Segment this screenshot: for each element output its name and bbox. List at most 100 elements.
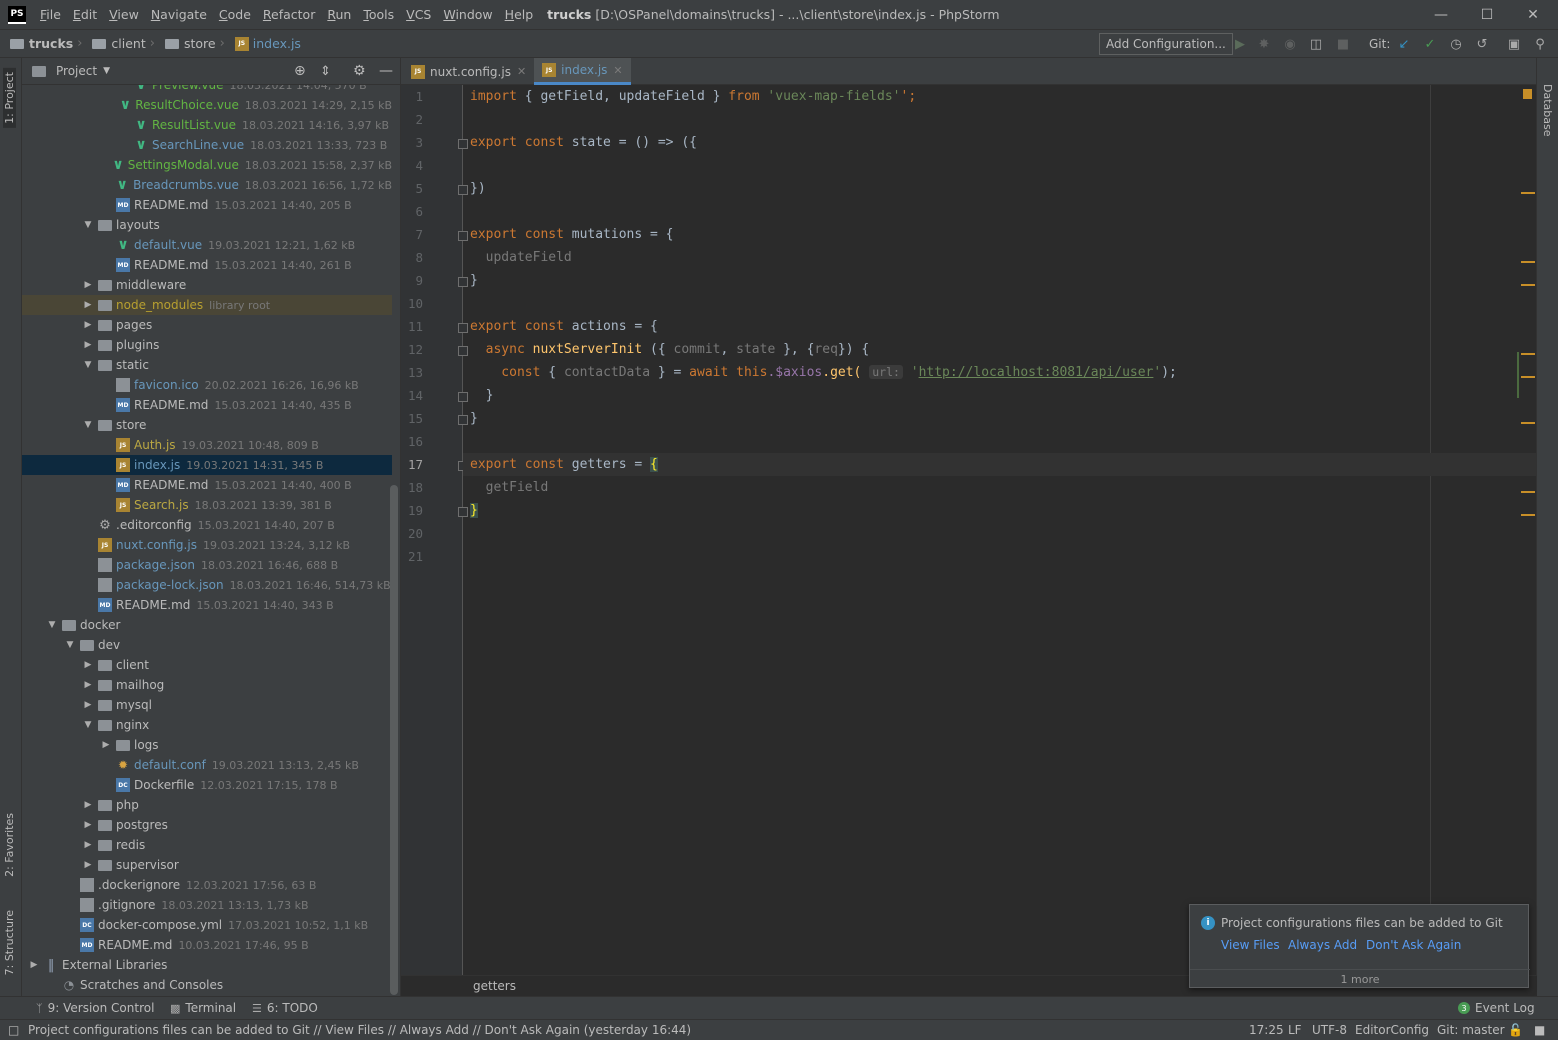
chevron-down-icon[interactable]: ▼ bbox=[64, 640, 76, 650]
run-icon[interactable]: ▶ bbox=[1232, 36, 1248, 52]
terminal-tool-button[interactable]: ▩ Terminal bbox=[170, 1001, 236, 1015]
line-number[interactable]: 12 bbox=[401, 342, 423, 357]
chevron-right-icon[interactable]: ▶ bbox=[28, 960, 40, 970]
locate-icon[interactable]: ⊕ bbox=[294, 63, 306, 79]
tree-item[interactable]: ∨ ResultChoice.vue 18.03.2021 14:29, 2,15 … bbox=[22, 95, 392, 115]
tree-item[interactable]: ▶ node_modules library root bbox=[22, 295, 392, 315]
line-number[interactable]: 21 bbox=[401, 549, 423, 564]
git-branch[interactable]: Git: master bbox=[1437, 1023, 1505, 1037]
menu-navigate[interactable]: Navigate bbox=[145, 7, 213, 22]
chevron-right-icon[interactable]: ▶ bbox=[82, 680, 94, 690]
git-history-icon[interactable]: ◷ bbox=[1448, 36, 1464, 52]
tree-item[interactable]: ▼ store bbox=[22, 415, 392, 435]
tree-item[interactable]: MD README.md 15.03.2021 14:40, 261 B bbox=[22, 255, 392, 275]
tree-item[interactable]: ▶ client bbox=[22, 655, 392, 675]
chevron-down-icon[interactable]: ▼ bbox=[82, 420, 94, 430]
tree-item[interactable]: ▼ docker bbox=[22, 615, 392, 635]
tree-scrollbar[interactable] bbox=[390, 485, 398, 995]
editorconfig-indicator[interactable]: EditorConfig bbox=[1355, 1023, 1429, 1037]
more-notifications-link[interactable]: 1 more bbox=[1190, 969, 1530, 989]
error-stripe-marker[interactable] bbox=[1521, 261, 1535, 263]
tree-item[interactable]: ▶ postgres bbox=[22, 815, 392, 835]
chevron-down-icon[interactable]: ▼ bbox=[46, 620, 58, 630]
error-stripe-marker[interactable] bbox=[1521, 192, 1535, 194]
line-number[interactable]: 13 bbox=[401, 365, 423, 380]
tree-item[interactable]: .gitignore 18.03.2021 13:13, 1,73 kB bbox=[22, 895, 392, 915]
tab-database-tool[interactable]: Database bbox=[1541, 84, 1554, 137]
tree-item[interactable]: ▶ ‖ External Libraries bbox=[22, 955, 392, 975]
debug-icon[interactable]: ✸ bbox=[1256, 36, 1272, 52]
tree-item[interactable]: .dockerignore 12.03.2021 17:56, 63 B bbox=[22, 875, 392, 895]
git-commit-icon[interactable]: ✓ bbox=[1422, 36, 1438, 52]
chevron-down-icon[interactable]: ▼ bbox=[82, 360, 94, 370]
tree-item[interactable]: ▶ supervisor bbox=[22, 855, 392, 875]
chevron-right-icon[interactable]: ▶ bbox=[82, 700, 94, 710]
tree-item[interactable]: ▶ mysql bbox=[22, 695, 392, 715]
tree-item[interactable]: MD README.md 15.03.2021 14:40, 343 B bbox=[22, 595, 392, 615]
chevron-right-icon[interactable]: ▶ bbox=[100, 740, 112, 750]
tree-item[interactable]: package.json 18.03.2021 16:46, 688 B bbox=[22, 555, 392, 575]
add-configuration-button[interactable]: Add Configuration... bbox=[1099, 33, 1233, 55]
chevron-down-icon[interactable]: ▼ bbox=[103, 66, 110, 76]
chevron-right-icon[interactable]: ▶ bbox=[82, 800, 94, 810]
tab-index-js[interactable]: JS index.js ✕ bbox=[534, 58, 631, 85]
chevron-right-icon[interactable]: ▶ bbox=[82, 660, 94, 670]
event-log-tool-button[interactable]: 3 Event Log bbox=[1458, 1001, 1535, 1015]
tree-item[interactable]: ▼ nginx bbox=[22, 715, 392, 735]
tree-item[interactable]: MD README.md 15.03.2021 14:40, 205 B bbox=[22, 195, 392, 215]
error-stripe-marker[interactable] bbox=[1521, 376, 1535, 378]
close-tab-icon[interactable]: ✕ bbox=[613, 64, 622, 77]
hide-panel-icon[interactable]: — bbox=[379, 63, 393, 79]
tree-item[interactable]: JS Search.js 18.03.2021 13:39, 381 B bbox=[22, 495, 392, 515]
line-number[interactable]: 18 bbox=[401, 480, 423, 495]
chevron-down-icon[interactable]: ▼ bbox=[82, 220, 94, 230]
maximize-icon[interactable]: ☐ bbox=[1464, 0, 1510, 29]
line-number[interactable]: 2 bbox=[401, 112, 423, 127]
tree-item[interactable]: ∨ SettingsModal.vue 18.03.2021 15:58, 2,37… bbox=[22, 155, 392, 175]
tree-item[interactable]: favicon.ico 20.02.2021 16:26, 16,96 kB bbox=[22, 375, 392, 395]
dont-ask-again-link[interactable]: Don't Ask Again bbox=[1366, 938, 1461, 952]
tree-item[interactable]: MD README.md 15.03.2021 14:40, 435 B bbox=[22, 395, 392, 415]
breadcrumb-trucks[interactable]: trucks bbox=[0, 36, 77, 51]
tree-item[interactable]: ∨ Preview.vue 18.03.2021 14:04, 570 B bbox=[22, 85, 392, 95]
error-stripe-marker[interactable] bbox=[1521, 422, 1535, 424]
menu-run[interactable]: Run bbox=[321, 7, 357, 22]
line-number[interactable]: 5 bbox=[401, 181, 423, 196]
close-window-icon[interactable]: ✕ bbox=[1510, 0, 1556, 29]
menu-file[interactable]: File bbox=[34, 7, 67, 22]
tree-item[interactable]: ▼ layouts bbox=[22, 215, 392, 235]
breadcrumb-index-js[interactable]: JS index.js bbox=[225, 36, 305, 51]
tab-nuxt-config-js[interactable]: JS nuxt.config.js ✕ bbox=[401, 58, 534, 85]
tree-item[interactable]: ▶ mailhog bbox=[22, 675, 392, 695]
tree-item[interactable]: DC Dockerfile 12.03.2021 17:15, 178 B bbox=[22, 775, 392, 795]
chevron-right-icon[interactable]: ▶ bbox=[82, 300, 94, 310]
tree-item[interactable]: JS index.js 19.03.2021 14:31, 345 B bbox=[22, 455, 392, 475]
tree-item[interactable]: JS nuxt.config.js 19.03.2021 13:24, 3,12 k… bbox=[22, 535, 392, 555]
todo-tool-button[interactable]: ☰ 6: TODO bbox=[252, 1001, 318, 1015]
line-number[interactable]: 17 bbox=[401, 457, 423, 472]
tree-item[interactable]: ∨ default.vue 19.03.2021 12:21, 1,62 kB bbox=[22, 235, 392, 255]
tab-structure-tool[interactable]: 7: Structure bbox=[3, 910, 16, 975]
chevron-right-icon[interactable]: ▶ bbox=[82, 860, 94, 870]
code-area[interactable]: import { getField, updateField } from 'v… bbox=[463, 85, 1537, 975]
line-number[interactable]: 19 bbox=[401, 503, 423, 518]
caret-position[interactable]: 17:25 bbox=[1249, 1023, 1284, 1037]
error-stripe-marker[interactable] bbox=[1521, 491, 1535, 493]
chevron-down-icon[interactable]: ▼ bbox=[82, 720, 94, 730]
line-number[interactable]: 7 bbox=[401, 227, 423, 242]
chevron-right-icon[interactable]: ▶ bbox=[82, 340, 94, 350]
menu-edit[interactable]: Edit bbox=[67, 7, 103, 22]
line-number[interactable]: 14 bbox=[401, 388, 423, 403]
chevron-right-icon[interactable]: ▶ bbox=[82, 280, 94, 290]
collapse-all-icon[interactable]: ⇕ bbox=[320, 64, 331, 79]
chevron-right-icon[interactable]: ▶ bbox=[82, 820, 94, 830]
chevron-right-icon[interactable]: ▶ bbox=[82, 840, 94, 850]
lock-icon[interactable]: 🔓 bbox=[1508, 1023, 1523, 1037]
menu-code[interactable]: Code bbox=[213, 7, 257, 22]
file-encoding[interactable]: UTF-8 bbox=[1312, 1023, 1347, 1037]
line-number[interactable]: 9 bbox=[401, 273, 423, 288]
coverage-icon[interactable]: ◉ bbox=[1282, 36, 1298, 52]
always-add-link[interactable]: Always Add bbox=[1288, 938, 1357, 952]
tree-item[interactable]: ∨ ResultList.vue 18.03.2021 14:16, 3,97 kB bbox=[22, 115, 392, 135]
tree-item[interactable]: ▶ php bbox=[22, 795, 392, 815]
